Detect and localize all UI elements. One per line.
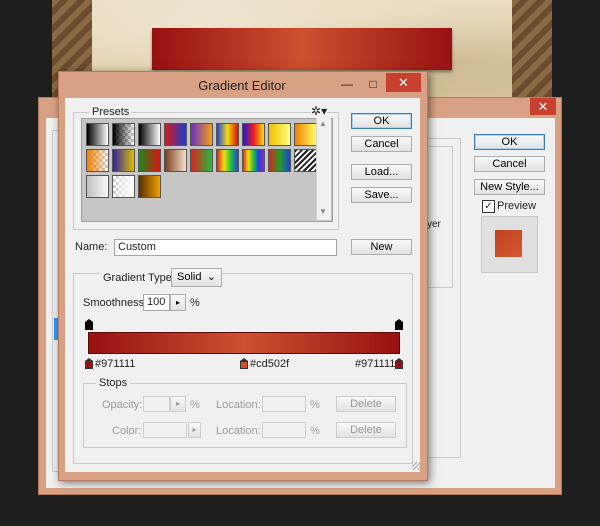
partial-label: yer <box>427 219 441 230</box>
layer-style-close-button[interactable]: ✕ <box>530 98 556 115</box>
preset-swatch[interactable] <box>268 123 291 146</box>
color-stop-left[interactable] <box>85 358 93 369</box>
preview-checkbox[interactable]: ✓ <box>482 200 495 213</box>
preset-swatch[interactable] <box>86 175 109 198</box>
name-label: Name: <box>75 241 108 253</box>
scroll-up-icon[interactable]: ▲ <box>319 119 327 128</box>
presets-gear-icon[interactable]: ✲▾ <box>311 104 328 118</box>
chevron-down-icon: ⌄ <box>206 271 216 283</box>
layer-style-subpanel-frame <box>426 146 453 288</box>
color-stop-left-label: #971111 <box>95 358 136 370</box>
ok-button[interactable]: OK <box>351 113 412 129</box>
smoothness-unit: % <box>190 297 200 309</box>
wood-border-right <box>512 0 552 110</box>
opacity-unit: % <box>190 399 200 411</box>
preset-swatch[interactable] <box>190 123 213 146</box>
color-picker-arrow[interactable]: ▸ <box>188 422 201 438</box>
stops-group <box>83 383 407 448</box>
maximize-button[interactable]: □ <box>360 74 386 94</box>
color-delete-button[interactable]: Delete <box>336 422 396 438</box>
ribbon-banner <box>152 28 452 70</box>
preset-swatch[interactable] <box>112 175 135 198</box>
preset-swatch[interactable] <box>112 123 135 146</box>
preset-swatch[interactable] <box>138 175 161 198</box>
preset-swatch[interactable] <box>242 149 265 172</box>
preset-swatch[interactable] <box>294 149 317 172</box>
opacity-input[interactable] <box>143 396 170 412</box>
color-stop-mid[interactable] <box>240 358 248 369</box>
presets-grid <box>81 118 333 222</box>
gradient-editor-close-button[interactable]: ✕ <box>386 73 421 92</box>
color-location-unit: % <box>310 425 320 437</box>
presets-scrollbar[interactable]: ▲ ▼ <box>316 118 331 220</box>
preset-swatch[interactable] <box>190 149 213 172</box>
color-swatch-input[interactable] <box>143 422 187 438</box>
new-button[interactable]: New <box>351 239 412 255</box>
color-stop-right-label: #971111 <box>355 358 396 370</box>
presets-label: Presets <box>89 106 133 118</box>
gradient-type-select[interactable]: Solid ⌄ <box>171 268 222 287</box>
opacity-location-unit: % <box>310 399 320 411</box>
stops-label: Stops <box>96 377 131 389</box>
load-button[interactable]: Load... <box>351 164 412 180</box>
cancel-button[interactable]: Cancel <box>351 136 412 152</box>
preset-swatch[interactable] <box>86 149 109 172</box>
opacity-stop-right[interactable] <box>395 319 403 330</box>
color-stop-right[interactable] <box>395 358 403 369</box>
preset-swatch[interactable] <box>164 149 187 172</box>
color-label: Color: <box>112 425 142 437</box>
preset-swatch[interactable] <box>138 123 161 146</box>
preset-swatch[interactable] <box>242 123 265 146</box>
preset-swatch[interactable] <box>112 149 135 172</box>
preset-swatch[interactable] <box>216 123 239 146</box>
preset-swatch[interactable] <box>138 149 161 172</box>
opacity-stop-left[interactable] <box>85 319 93 330</box>
opacity-label: Opacity: <box>102 399 143 411</box>
preset-swatch[interactable] <box>86 123 109 146</box>
new-style-button[interactable]: New Style... <box>474 179 545 195</box>
preset-swatch[interactable] <box>216 149 239 172</box>
preview-label: Preview <box>497 200 537 212</box>
preview-swatch <box>495 230 522 257</box>
preset-swatch[interactable] <box>268 149 291 172</box>
preset-swatch[interactable] <box>164 123 187 146</box>
color-location-input[interactable] <box>262 422 306 438</box>
save-button[interactable]: Save... <box>351 187 412 203</box>
gradient-type-label: Gradient Type: <box>100 272 178 284</box>
gradient-bar[interactable] <box>88 332 400 354</box>
color-location-label: Location: <box>216 425 261 437</box>
smoothness-input[interactable]: 100 <box>143 294 170 311</box>
opacity-location-input[interactable] <box>262 396 306 412</box>
smoothness-stepper[interactable]: ▸ <box>170 294 186 311</box>
preset-swatch[interactable] <box>294 123 317 146</box>
smoothness-label: Smoothness: <box>83 297 148 309</box>
minimize-button[interactable]: — <box>334 74 360 94</box>
opacity-stepper[interactable]: ▸ <box>170 396 186 412</box>
opacity-location-label: Location: <box>216 399 261 411</box>
layer-style-ok-button[interactable]: OK <box>474 134 545 150</box>
name-input[interactable]: Custom <box>114 239 337 256</box>
resize-gripper[interactable] <box>412 462 420 470</box>
layer-style-cancel-button[interactable]: Cancel <box>474 156 545 172</box>
opacity-delete-button[interactable]: Delete <box>336 396 396 412</box>
color-stop-mid-label: #cd502f <box>250 358 290 370</box>
scroll-down-icon[interactable]: ▼ <box>319 207 327 216</box>
